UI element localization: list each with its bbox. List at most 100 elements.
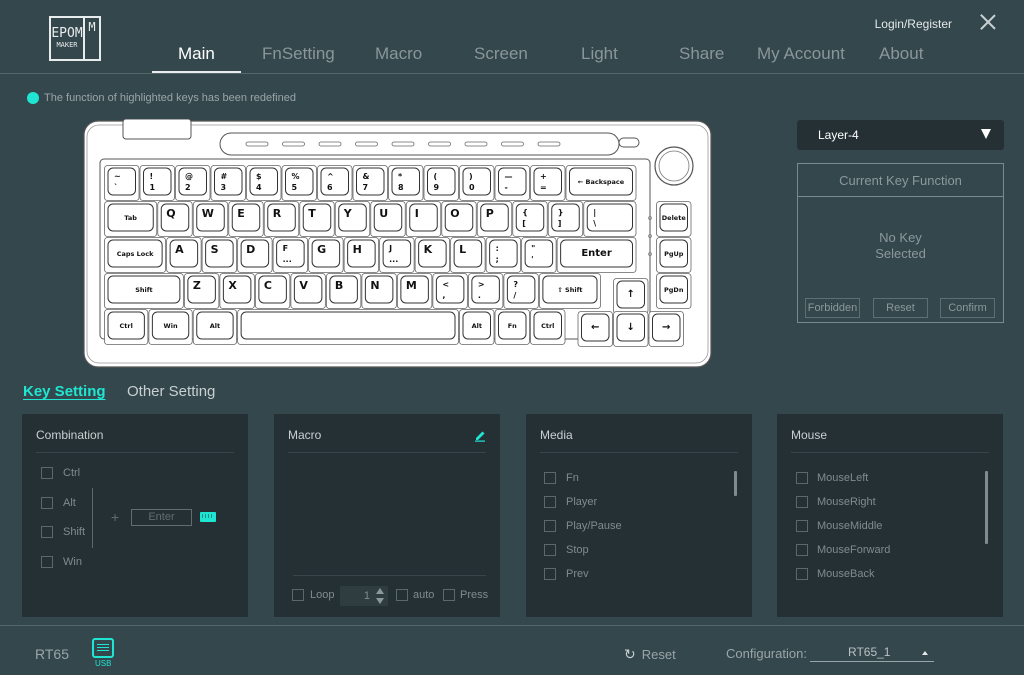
media-checkbox[interactable]: [544, 496, 556, 508]
reset-key-button[interactable]: Reset: [873, 298, 928, 318]
configuration-select[interactable]: RT65_1: [810, 645, 934, 662]
keyboard-key[interactable]: ↑: [613, 278, 649, 314]
forbidden-button[interactable]: Forbidden: [805, 298, 860, 318]
stepper-up-icon[interactable]: [376, 588, 384, 594]
tab-fnsetting[interactable]: FnSetting: [262, 44, 335, 70]
keyboard-key[interactable]: Ctrl: [530, 309, 566, 345]
keyboard-key[interactable]: I: [405, 201, 442, 237]
keyboard-key[interactable]: ?/: [503, 273, 539, 309]
reset-all-button[interactable]: ↻ Reset: [624, 646, 676, 663]
keyboard-key[interactable]: J...: [379, 237, 415, 273]
key-input[interactable]: Enter: [131, 509, 192, 526]
keyboard-key[interactable]: *8: [388, 165, 424, 201]
confirm-button[interactable]: Confirm: [940, 298, 995, 318]
keyboard-key[interactable]: P: [476, 201, 513, 237]
keyboard-key[interactable]: !1: [139, 165, 175, 201]
keyboard-key[interactable]: C: [254, 273, 291, 309]
mouse-scrollbar[interactable]: [985, 471, 988, 544]
tab-other-setting[interactable]: Other Setting: [127, 383, 215, 400]
tab-about[interactable]: About: [879, 44, 923, 70]
keyboard-key[interactable]: X: [219, 273, 255, 309]
keyboard-key[interactable]: Ctrl: [104, 309, 149, 345]
loop-count-stepper[interactable]: 1: [340, 586, 388, 606]
mouse-checkbox[interactable]: [796, 496, 808, 508]
media-checkbox[interactable]: [544, 544, 556, 556]
tab-my-account[interactable]: My Account: [757, 44, 845, 70]
stepper-down-icon[interactable]: [376, 598, 384, 604]
keyboard-key[interactable]: PgDn: [656, 273, 692, 309]
keyboard-key[interactable]: N: [361, 273, 397, 309]
keyboard-key[interactable]: ^6: [317, 165, 353, 201]
keyboard-key[interactable]: B: [325, 273, 362, 309]
keyboard-key[interactable]: $4: [246, 165, 282, 201]
keyboard-key[interactable]: S: [201, 237, 238, 273]
auto-checkbox[interactable]: [396, 589, 408, 601]
keyboard-key[interactable]: Tab: [104, 201, 158, 237]
keyboard-key[interactable]: R: [263, 201, 300, 237]
keyboard-key[interactable]: U: [370, 201, 406, 237]
keyboard-key[interactable]: E: [228, 201, 264, 237]
keyboard-key[interactable]: #3: [210, 165, 246, 201]
keyboard-key[interactable]: M: [396, 273, 433, 309]
keyboard-key[interactable]: Fn: [494, 309, 530, 345]
keyboard-key[interactable]: H: [343, 237, 380, 273]
tab-screen[interactable]: Screen: [474, 44, 528, 70]
keyboard-key[interactable]: |\: [583, 201, 637, 237]
keyboard-key[interactable]: V: [290, 273, 326, 309]
keyboard-key[interactable]: ← Backspace: [565, 165, 637, 201]
keyboard-key[interactable]: L: [450, 237, 486, 273]
login-register-link[interactable]: Login/Register: [875, 17, 952, 31]
keyboard-key[interactable]: ⇧ Shift: [538, 273, 601, 309]
keyboard-key[interactable]: Delete: [656, 201, 692, 237]
keyboard-key[interactable]: %5: [281, 165, 317, 201]
tab-light[interactable]: Light: [581, 44, 618, 70]
keyboard-key[interactable]: [237, 309, 459, 345]
media-checkbox[interactable]: [544, 472, 556, 484]
keyboard-key[interactable]: }]: [547, 201, 584, 237]
keyboard-key[interactable]: A: [166, 237, 202, 273]
keyboard-key[interactable]: T: [299, 201, 335, 237]
shift-checkbox[interactable]: [41, 526, 53, 538]
win-checkbox[interactable]: [41, 556, 53, 568]
close-icon[interactable]: [980, 14, 996, 30]
keyboard-icon[interactable]: [200, 512, 216, 522]
keyboard-key[interactable]: →: [648, 311, 684, 347]
keyboard-key[interactable]: Shift: [104, 273, 184, 309]
tab-macro[interactable]: Macro: [375, 44, 422, 70]
edit-pencil-icon[interactable]: [473, 428, 487, 442]
loop-checkbox[interactable]: [292, 589, 304, 601]
keyboard-key[interactable]: ↓: [613, 311, 649, 347]
keyboard-key[interactable]: K: [414, 237, 451, 273]
keyboard-key[interactable]: Alt: [459, 309, 495, 345]
mouse-checkbox[interactable]: [796, 568, 808, 580]
alt-checkbox[interactable]: [41, 497, 53, 509]
keyboard-key[interactable]: @2: [175, 165, 211, 201]
keyboard-key[interactable]: Win: [148, 309, 193, 345]
keyboard-key[interactable]: "': [521, 237, 557, 273]
tab-main[interactable]: Main: [152, 44, 241, 73]
keyboard-key[interactable]: W: [192, 201, 229, 237]
keyboard-key[interactable]: Alt: [192, 309, 238, 345]
media-checkbox[interactable]: [544, 520, 556, 532]
media-checkbox[interactable]: [544, 568, 556, 580]
keyboard-key[interactable]: —-: [494, 165, 530, 201]
mouse-checkbox[interactable]: [796, 472, 808, 484]
keyboard-key[interactable]: O: [441, 201, 477, 237]
keyboard-key[interactable]: +=: [530, 165, 566, 201]
keyboard-key[interactable]: Caps Lock: [104, 237, 167, 273]
keyboard-key[interactable]: :;: [485, 237, 522, 273]
mouse-checkbox[interactable]: [796, 520, 808, 532]
layer-select[interactable]: Layer-4: [797, 120, 1004, 150]
mouse-checkbox[interactable]: [796, 544, 808, 556]
keyboard-key[interactable]: ←: [577, 311, 613, 347]
press-checkbox[interactable]: [443, 589, 455, 601]
keyboard-key[interactable]: Enter: [556, 237, 637, 273]
keyboard-key[interactable]: Z: [183, 273, 220, 309]
tab-key-setting[interactable]: Key Setting: [23, 383, 106, 400]
tab-share[interactable]: Share: [679, 44, 724, 70]
keyboard-key[interactable]: >.: [467, 273, 504, 309]
media-scrollbar[interactable]: [734, 471, 737, 496]
ctrl-checkbox[interactable]: [41, 467, 53, 479]
keyboard-key[interactable]: <,: [432, 273, 468, 309]
keyboard-key[interactable]: D: [237, 237, 273, 273]
